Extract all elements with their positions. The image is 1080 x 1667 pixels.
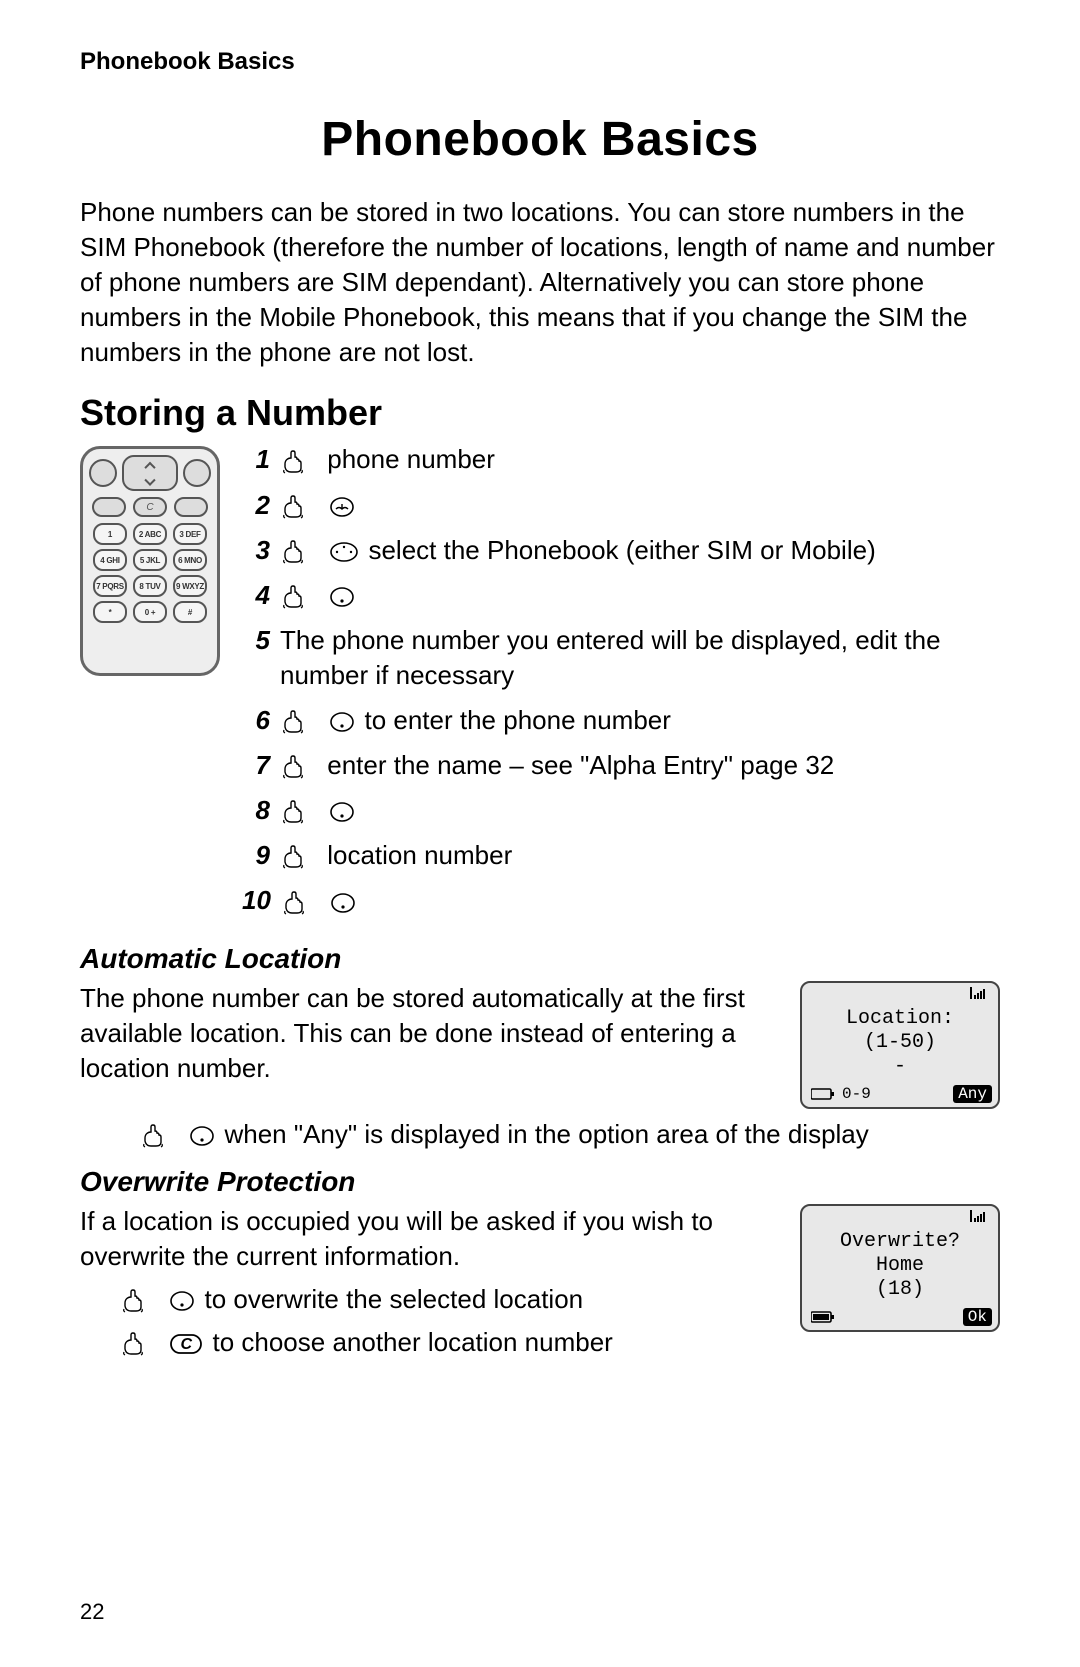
section-storing-number: Storing a Number <box>80 392 1000 434</box>
select-key-icon <box>330 712 354 732</box>
step-text: to enter the phone number <box>364 705 670 735</box>
phone-illustration: C 1 2 ABC 3 DEF 4 GHI 5 JKL 6 MNO 7 PQRS… <box>80 446 220 676</box>
running-head: Phonebook Basics <box>80 48 1000 76</box>
overwrite-text: If a location is occupied you will be as… <box>80 1204 782 1274</box>
step-text: enter the name – see "Alpha Entry" page … <box>327 750 834 780</box>
step-number: 7 <box>242 748 270 783</box>
step-number: 4 <box>242 578 270 613</box>
screen-line: Location: <box>806 1007 994 1031</box>
select-key-icon <box>330 802 354 822</box>
screen-foot-left: 0-9 <box>842 1085 871 1103</box>
auto-location-text: The phone number can be stored automatic… <box>80 981 782 1086</box>
subheading-automatic-location: Automatic Location <box>80 943 1000 975</box>
keypad-key: 5 JKL <box>133 549 167 571</box>
step-item: 6 to enter the phone number <box>242 703 1000 738</box>
clear-key-icon: C <box>133 497 167 517</box>
step-item: 5 The phone number you entered will be d… <box>242 623 1000 693</box>
select-key-icon <box>170 1291 194 1311</box>
step-item: 1 phone number <box>242 442 1000 477</box>
step-number: 10 <box>242 883 271 918</box>
end-key-icon <box>174 497 208 517</box>
screen-location: Location: (1-50) - 0-9 Any <box>800 981 1000 1109</box>
hand-icon <box>283 710 317 734</box>
step-item: 4 <box>242 578 1000 613</box>
step-number: 9 <box>242 838 270 873</box>
step-number: 6 <box>242 703 270 738</box>
step-number: 2 <box>242 488 270 523</box>
step-text: The phone number you entered will be dis… <box>280 625 941 690</box>
hand-icon <box>123 1332 157 1356</box>
right-softkey-icon <box>183 459 211 487</box>
page-title: Phonebook Basics <box>80 112 1000 167</box>
screen-line: (1-50) <box>806 1031 994 1055</box>
hand-icon <box>143 1124 177 1148</box>
keypad-key: 3 DEF <box>173 523 207 545</box>
step-item: 2 <box>242 488 1000 523</box>
step-item: 3 select the Phonebook (either SIM or Mo… <box>242 533 1000 568</box>
keypad-key: 9 WXYZ <box>173 575 207 597</box>
steps-list: 1 phone number 2 3 select the Phoneb <box>242 442 1000 928</box>
keypad-key: 4 GHI <box>93 549 127 571</box>
auto-location-action-text: when "Any" is displayed in the option ar… <box>224 1119 868 1149</box>
hand-icon <box>283 540 317 564</box>
keypad-key: 1 <box>93 523 127 545</box>
signal-icon <box>969 1210 987 1224</box>
nav-pad-icon <box>122 455 178 491</box>
intro-paragraph: Phone numbers can be stored in two locat… <box>80 195 1000 370</box>
select-key-icon <box>331 893 355 913</box>
page-number: 22 <box>80 1599 104 1625</box>
keypad-key: 2 ABC <box>133 523 167 545</box>
overwrite-action-1: to overwrite the selected location <box>204 1284 583 1314</box>
screen-line: - <box>806 1055 994 1079</box>
screen-line: (18) <box>806 1278 994 1302</box>
hand-icon <box>284 891 318 915</box>
call-key-icon <box>92 497 126 517</box>
step-item: 9 location number <box>242 838 1000 873</box>
subheading-overwrite-protection: Overwrite Protection <box>80 1166 1000 1198</box>
screen-foot-right: Ok <box>963 1308 992 1326</box>
overwrite-action-2: to choose another location number <box>212 1327 612 1357</box>
step-text: phone number <box>327 444 495 474</box>
hand-icon <box>283 800 317 824</box>
step-number: 8 <box>242 793 270 828</box>
select-key-icon <box>190 1126 214 1146</box>
hand-icon <box>283 495 317 519</box>
select-key-icon <box>330 587 354 607</box>
battery-icon <box>811 1087 835 1101</box>
clear-key-icon: C <box>170 1334 202 1354</box>
step-number: 5 <box>242 623 270 658</box>
phonebook-key-icon <box>330 497 354 517</box>
keypad-key: 0 + <box>133 601 167 623</box>
screen-overwrite: Overwrite? Home (18) Ok <box>800 1204 1000 1332</box>
screen-line: Overwrite? <box>806 1230 994 1254</box>
hand-icon <box>283 450 317 474</box>
keypad-key: 7 PQRS <box>93 575 127 597</box>
keypad-key: # <box>173 601 207 623</box>
nav-key-icon <box>330 542 358 562</box>
step-item: 7 enter the name – see "Alpha Entry" pag… <box>242 748 1000 783</box>
keypad-key: 6 MNO <box>173 549 207 571</box>
step-number: 3 <box>242 533 270 568</box>
auto-location-action: when "Any" is displayed in the option ar… <box>140 1117 1000 1152</box>
hand-icon <box>283 845 317 869</box>
step-number: 1 <box>242 442 270 477</box>
step-item: 10 <box>242 883 1000 918</box>
hand-icon <box>123 1289 157 1313</box>
signal-icon <box>969 987 987 1001</box>
screen-foot-right: Any <box>953 1085 992 1103</box>
step-item: 8 <box>242 793 1000 828</box>
hand-icon <box>283 755 317 779</box>
battery-icon <box>811 1310 835 1324</box>
left-softkey-icon <box>89 459 117 487</box>
screen-line: Home <box>806 1254 994 1278</box>
step-text: location number <box>327 840 512 870</box>
hand-icon <box>283 585 317 609</box>
keypad-key: * <box>93 601 127 623</box>
step-text: select the Phonebook (either SIM or Mobi… <box>368 535 875 565</box>
keypad-key: 8 TUV <box>133 575 167 597</box>
